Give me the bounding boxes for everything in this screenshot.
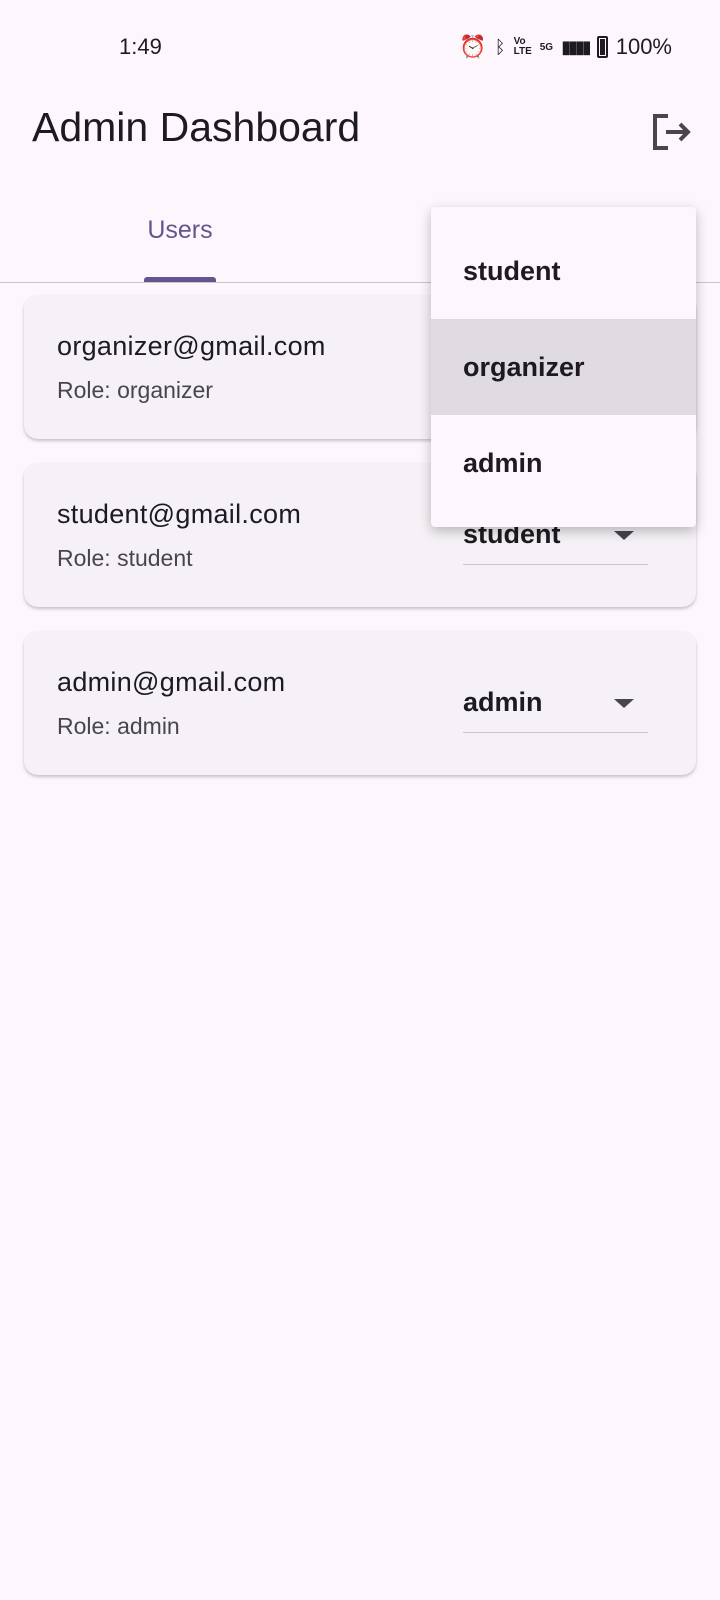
signal-icon: ▮▮▮▮ (561, 36, 592, 57)
logout-icon (653, 114, 691, 150)
status-icons: ⏰ ᛒ Vo LTE 5G ▮▮▮▮ 100% (459, 34, 672, 60)
dropdown-arrow-icon (614, 531, 634, 540)
battery-percent: 100% (615, 34, 672, 59)
tab-users[interactable]: Users (130, 216, 230, 245)
page-title: Admin Dashboard (32, 104, 361, 150)
menu-item-student[interactable]: student (431, 207, 696, 319)
menu-item-organizer[interactable]: organizer (431, 319, 696, 415)
user-card: admin@gmail.com Role: admin admin (24, 631, 696, 775)
menu-item-admin[interactable]: admin (431, 415, 696, 511)
role-dropdown-value: admin (463, 687, 543, 717)
dropdown-arrow-icon (614, 699, 634, 708)
bluetooth-icon: ᛒ (494, 36, 506, 57)
role-dropdown-menu: student organizer admin (431, 207, 696, 527)
role-dropdown[interactable]: admin (463, 683, 648, 733)
user-email: organizer@gmail.com (57, 331, 326, 361)
alarm-icon: ⏰ (459, 34, 487, 59)
logout-button[interactable] (650, 110, 694, 154)
user-role: Role: student (57, 545, 193, 571)
network-type: 5G (539, 41, 554, 53)
user-email: student@gmail.com (57, 499, 302, 529)
user-email: admin@gmail.com (57, 667, 286, 697)
status-time: 1:49 (119, 34, 162, 59)
user-role: Role: organizer (57, 377, 213, 403)
user-role: Role: admin (57, 713, 180, 739)
volte-icon: Vo LTE (513, 36, 532, 57)
battery-icon (596, 36, 608, 58)
